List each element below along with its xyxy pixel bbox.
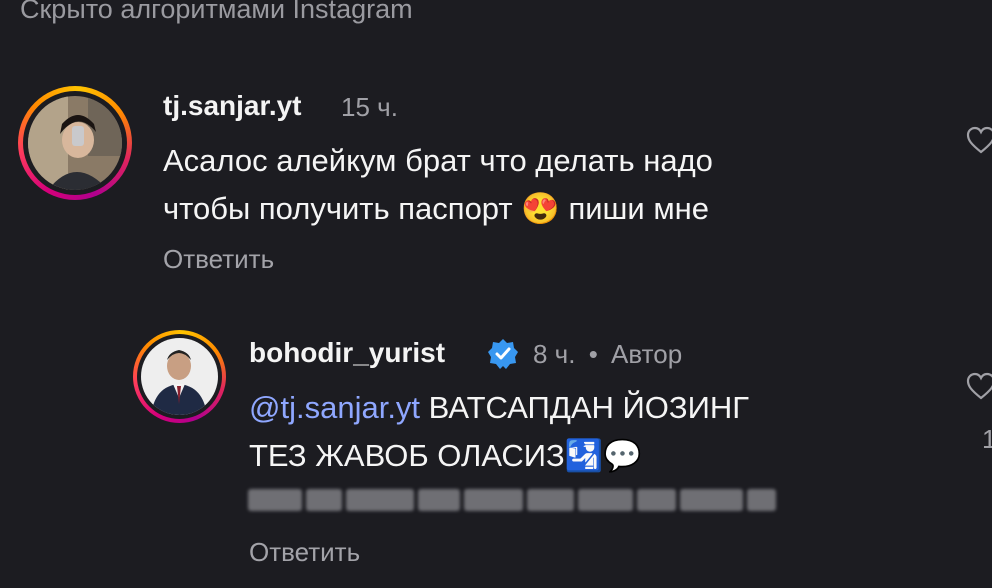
comment-text-line-1: @tj.sanjar.yt ВАТСАПДАН ЙОЗИНГ (249, 383, 749, 433)
reply-button[interactable]: Ответить (163, 244, 274, 275)
comment-timestamp: 8 ч. (533, 339, 576, 369)
comment-text-line-1: Асалос алейкум брат что делать надо (163, 143, 713, 178)
mention-username: tj.sanjar.yt (280, 390, 421, 425)
comment-timestamp: 15 ч. (341, 92, 398, 122)
comment-text-fragment: ТЕЗ ЖАВОБ ОЛАСИЗ (249, 438, 565, 473)
blurred-text (248, 482, 776, 518)
avatar-bohodir-yurist[interactable] (133, 330, 226, 423)
avatar-photo (141, 338, 218, 415)
comment-username[interactable]: tj.sanjar.yt (163, 90, 302, 122)
comment-text-line-2: ТЕЗ ЖАВОБ ОЛАСИЗ🛂💬 (249, 431, 642, 481)
meta-separator: • (588, 339, 598, 369)
heart-icon[interactable] (966, 372, 992, 407)
passport-control-emoji: 🛂 (564, 438, 604, 473)
verified-badge-icon (486, 337, 520, 376)
comment-text-fragment: пиши мне (568, 191, 710, 226)
avatar-photo (28, 96, 122, 190)
reply-button[interactable]: Ответить (249, 537, 360, 568)
comment-username[interactable]: bohodir_yurist (249, 337, 445, 369)
comment-meta: 8 ч. • Автор (533, 339, 682, 370)
mention-link[interactable]: @tj.sanjar.yt (249, 390, 420, 425)
threads-mention-icon: @ (249, 390, 281, 425)
author-badge: Автор (611, 339, 683, 369)
heart-eyes-emoji: 😍 (521, 191, 560, 226)
comment-text-line-2: чтобы получить паспорт 😍 пиши мне (163, 184, 709, 234)
heart-icon[interactable] (966, 126, 992, 161)
like-count: 1 (982, 424, 992, 454)
speech-balloon-emoji: 💬 (603, 438, 643, 473)
avatar-tj-sanjar[interactable] (18, 86, 132, 200)
comment-text-fragment: ВАТСАПДАН ЙОЗИНГ (428, 390, 750, 425)
hidden-by-algorithms-label[interactable]: Скрыто алгоритмами Instagram (20, 0, 413, 25)
comment-text-fragment: чтобы получить паспорт (163, 191, 513, 226)
